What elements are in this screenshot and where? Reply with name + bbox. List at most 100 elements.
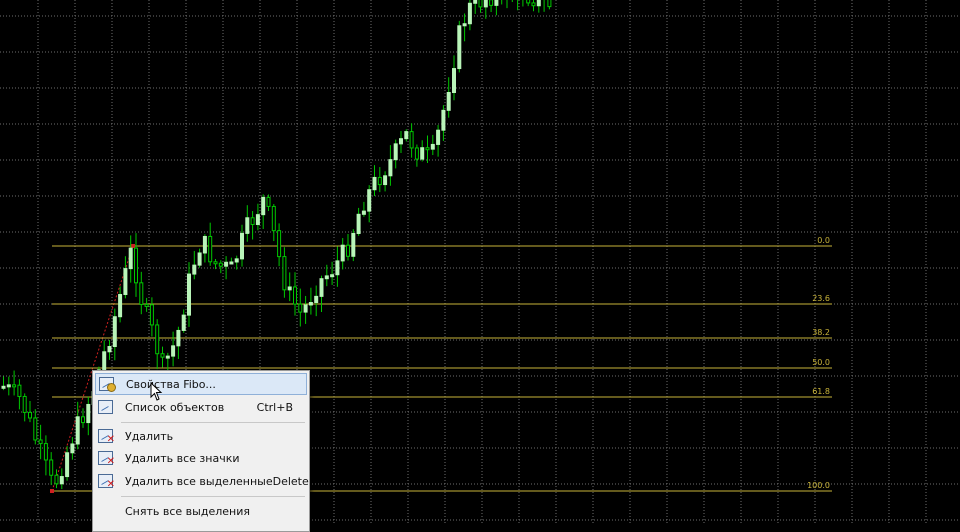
candle-body xyxy=(293,286,297,305)
menu-item-fibo-properties[interactable]: Свойства Fibo... xyxy=(95,373,307,395)
candle-body xyxy=(420,147,425,160)
mouse-cursor-icon xyxy=(150,382,163,401)
candle-body xyxy=(531,2,536,7)
candle-body xyxy=(38,439,43,445)
candle-body xyxy=(102,351,107,371)
fib-label-23-6: 23.6 xyxy=(812,294,830,303)
candle-body xyxy=(12,384,17,388)
delete-selected-icon: ✕ xyxy=(97,473,115,490)
candle-body xyxy=(240,232,244,260)
menu-item-label: Удалить все значки xyxy=(125,451,240,465)
candle-body xyxy=(277,230,282,258)
candle-body xyxy=(393,143,398,161)
candle-body xyxy=(473,0,478,4)
candle-body xyxy=(187,273,191,316)
candle-body xyxy=(65,452,70,478)
candle-body xyxy=(308,302,313,306)
candle-body xyxy=(478,0,483,8)
menu-item-shortcut: Ctrl+B xyxy=(256,400,293,414)
fib-anchor-high[interactable] xyxy=(131,244,135,248)
candle-body xyxy=(86,403,91,424)
candle-body xyxy=(351,232,356,257)
candle-body xyxy=(123,268,128,296)
candle-body xyxy=(139,282,144,305)
menu-item-label: Удалить все выделенные xyxy=(125,474,273,488)
candle-body xyxy=(430,143,435,150)
menu-item-label: Список объектов xyxy=(125,400,225,414)
candle-body xyxy=(383,175,388,186)
candle-body xyxy=(6,384,11,388)
candle-body xyxy=(526,0,531,4)
candle-body xyxy=(218,262,223,267)
candle-body xyxy=(414,147,419,160)
candle-body xyxy=(75,416,80,445)
candle-body xyxy=(404,131,409,140)
candle-body xyxy=(224,261,229,267)
candle-body xyxy=(266,196,271,207)
menu-separator xyxy=(121,496,305,497)
menu-item-label: Снять все выделения xyxy=(125,504,250,518)
candle-body xyxy=(118,294,123,318)
delete-icon: ✕ xyxy=(97,428,115,445)
candle-body xyxy=(441,109,446,131)
fib-anchor-low[interactable] xyxy=(50,489,54,493)
fibo-properties-icon xyxy=(98,376,116,392)
candle-body xyxy=(452,68,456,94)
candle-body xyxy=(324,275,329,280)
candle-body xyxy=(33,417,38,441)
candle-body xyxy=(128,247,133,270)
candle-body xyxy=(287,286,292,291)
candle-body xyxy=(271,205,276,232)
candle-body xyxy=(335,260,340,276)
candle-body xyxy=(250,217,255,225)
candle-body xyxy=(208,235,213,263)
candle-body xyxy=(489,0,494,6)
fib-label-100: 100.0 xyxy=(807,481,830,490)
candle-body xyxy=(165,355,170,359)
candle-body xyxy=(340,244,345,262)
candle-body xyxy=(213,261,218,265)
candle-body xyxy=(192,264,197,275)
menu-item-shortcut: Delete xyxy=(272,474,309,488)
candle-body xyxy=(483,0,488,8)
candle-body xyxy=(361,210,366,215)
candle-body xyxy=(181,314,186,331)
candle-body xyxy=(388,159,393,177)
candle-body xyxy=(197,252,202,266)
candle-body xyxy=(399,138,403,145)
menu-item-deselect-all[interactable]: Снять все выделения xyxy=(95,500,307,522)
candle-body xyxy=(144,303,149,307)
candle-body xyxy=(112,316,117,348)
candle-body xyxy=(171,345,176,357)
candle-body xyxy=(467,2,472,25)
candle-body xyxy=(22,395,27,413)
candle-body xyxy=(314,295,319,304)
candle-body xyxy=(494,0,499,6)
candle-body xyxy=(446,92,451,111)
delete-all-arrows-icon: ✕ xyxy=(97,450,115,467)
candle-body xyxy=(330,274,335,278)
candle-body xyxy=(303,304,308,313)
candle-body xyxy=(54,474,59,485)
candle-body xyxy=(149,304,154,326)
menu-item-object-list[interactable]: Список объектов Ctrl+B xyxy=(95,396,307,418)
candle-body xyxy=(282,256,287,291)
candle-body xyxy=(59,476,64,485)
menu-item-delete[interactable]: ✕ Удалить xyxy=(95,425,307,447)
candle-body xyxy=(547,0,552,8)
candle-body xyxy=(536,0,541,7)
fib-label-61-8: 61.8 xyxy=(812,387,830,396)
menu-item-delete-all-arrows[interactable]: ✕ Удалить все значки xyxy=(95,447,307,469)
fib-label-50: 50.0 xyxy=(812,358,830,367)
candle-body xyxy=(70,443,75,454)
candle-body xyxy=(107,346,112,353)
candle-body xyxy=(372,176,377,191)
menu-item-delete-selected[interactable]: ✕ Удалить все выделенные Delete xyxy=(95,470,309,492)
candle-body xyxy=(1,385,6,389)
candle-body xyxy=(17,384,22,397)
candle-body xyxy=(346,244,350,257)
candle-body xyxy=(409,131,414,149)
candle-body xyxy=(377,176,382,186)
candle-body xyxy=(81,416,85,424)
candle-body xyxy=(155,324,160,355)
